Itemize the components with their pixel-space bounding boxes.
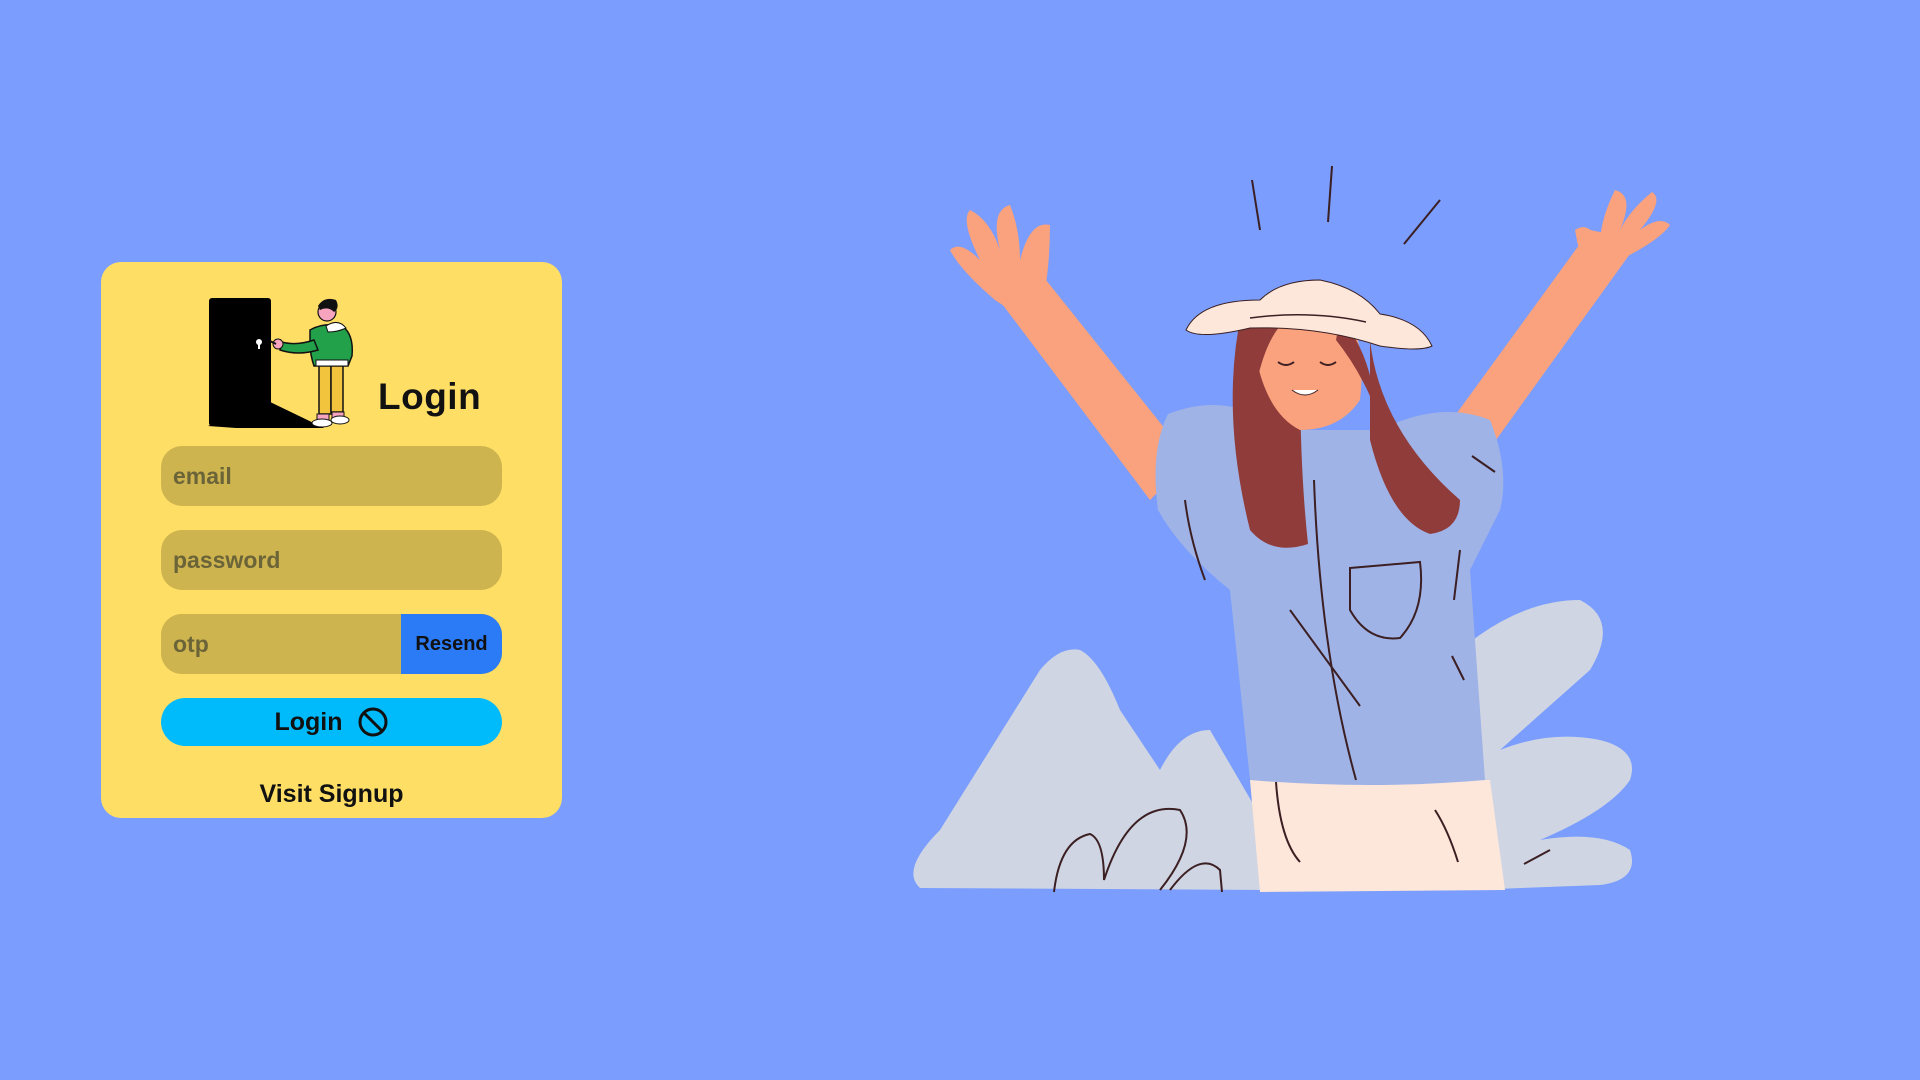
- ban-icon: [358, 707, 388, 737]
- card-header: Login: [101, 296, 562, 428]
- signup-link[interactable]: Visit Signup: [101, 780, 562, 809]
- celebrating-woman-illustration: [913, 165, 1670, 893]
- login-button-label: Login: [274, 707, 343, 736]
- login-card: Login Resend Login Visit Signup: [101, 262, 562, 818]
- password-input[interactable]: [161, 530, 502, 590]
- door-unlock-illustration: [208, 298, 354, 428]
- otp-group: Resend: [161, 614, 502, 674]
- resend-button[interactable]: Resend: [401, 614, 502, 674]
- otp-input[interactable]: [161, 614, 401, 674]
- email-input[interactable]: [161, 446, 502, 506]
- page-title: Login: [378, 376, 482, 417]
- login-button[interactable]: Login: [161, 698, 502, 746]
